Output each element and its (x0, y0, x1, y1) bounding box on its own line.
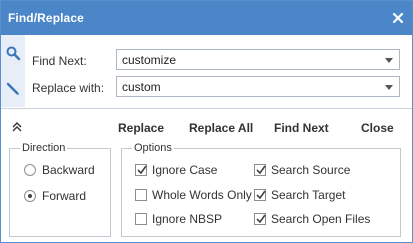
replace-all-button[interactable]: Replace All (189, 121, 253, 135)
replace-with-combo[interactable]: custom (116, 76, 400, 97)
search-source-label[interactable]: Search Source (271, 163, 350, 177)
pencil-icon[interactable] (5, 81, 21, 97)
replace-button[interactable]: Replace (118, 121, 164, 135)
close-icon[interactable] (390, 10, 406, 26)
divider (1, 108, 412, 109)
find-next-label: Find Next: (32, 54, 87, 68)
forward-label[interactable]: Forward (42, 189, 86, 203)
find-next-button[interactable]: Find Next (274, 121, 329, 135)
double-chevron-up-icon[interactable] (10, 120, 24, 134)
backward-label[interactable]: Backward (42, 163, 95, 177)
find-replace-dialog: Find/Replace Find Next: customize Replac… (0, 0, 413, 243)
replace-with-value[interactable]: custom (122, 80, 161, 94)
find-next-combo[interactable]: customize (116, 49, 400, 70)
whole-words-label[interactable]: Whole Words Only (152, 188, 252, 202)
chevron-down-icon[interactable] (385, 85, 393, 90)
search-icon[interactable] (5, 45, 21, 61)
close-button[interactable]: Close (361, 121, 394, 135)
options-legend: Options (132, 142, 174, 154)
backward-radio[interactable] (24, 164, 36, 176)
ignore-nbsp-checkbox[interactable] (135, 213, 147, 225)
search-target-checkbox[interactable] (254, 189, 266, 201)
replace-with-label: Replace with: (32, 81, 105, 95)
direction-group: Direction Backward Forward (9, 142, 111, 237)
ignore-nbsp-label[interactable]: Ignore NBSP (152, 212, 222, 226)
forward-radio[interactable] (24, 190, 36, 202)
dialog-title: Find/Replace (8, 11, 84, 25)
options-group: Options Ignore Case Whole Words Only Ign… (121, 142, 401, 237)
whole-words-checkbox[interactable] (135, 189, 147, 201)
find-next-value[interactable]: customize (122, 53, 176, 67)
mode-sidebar (1, 35, 25, 107)
title-bar: Find/Replace (1, 1, 412, 35)
ignore-case-label[interactable]: Ignore Case (152, 163, 217, 177)
search-open-files-label[interactable]: Search Open Files (271, 212, 370, 226)
search-open-files-checkbox[interactable] (254, 213, 266, 225)
ignore-case-checkbox[interactable] (135, 164, 147, 176)
chevron-down-icon[interactable] (385, 58, 393, 63)
direction-legend: Direction (20, 142, 68, 154)
search-source-checkbox[interactable] (254, 164, 266, 176)
search-target-label[interactable]: Search Target (271, 188, 346, 202)
